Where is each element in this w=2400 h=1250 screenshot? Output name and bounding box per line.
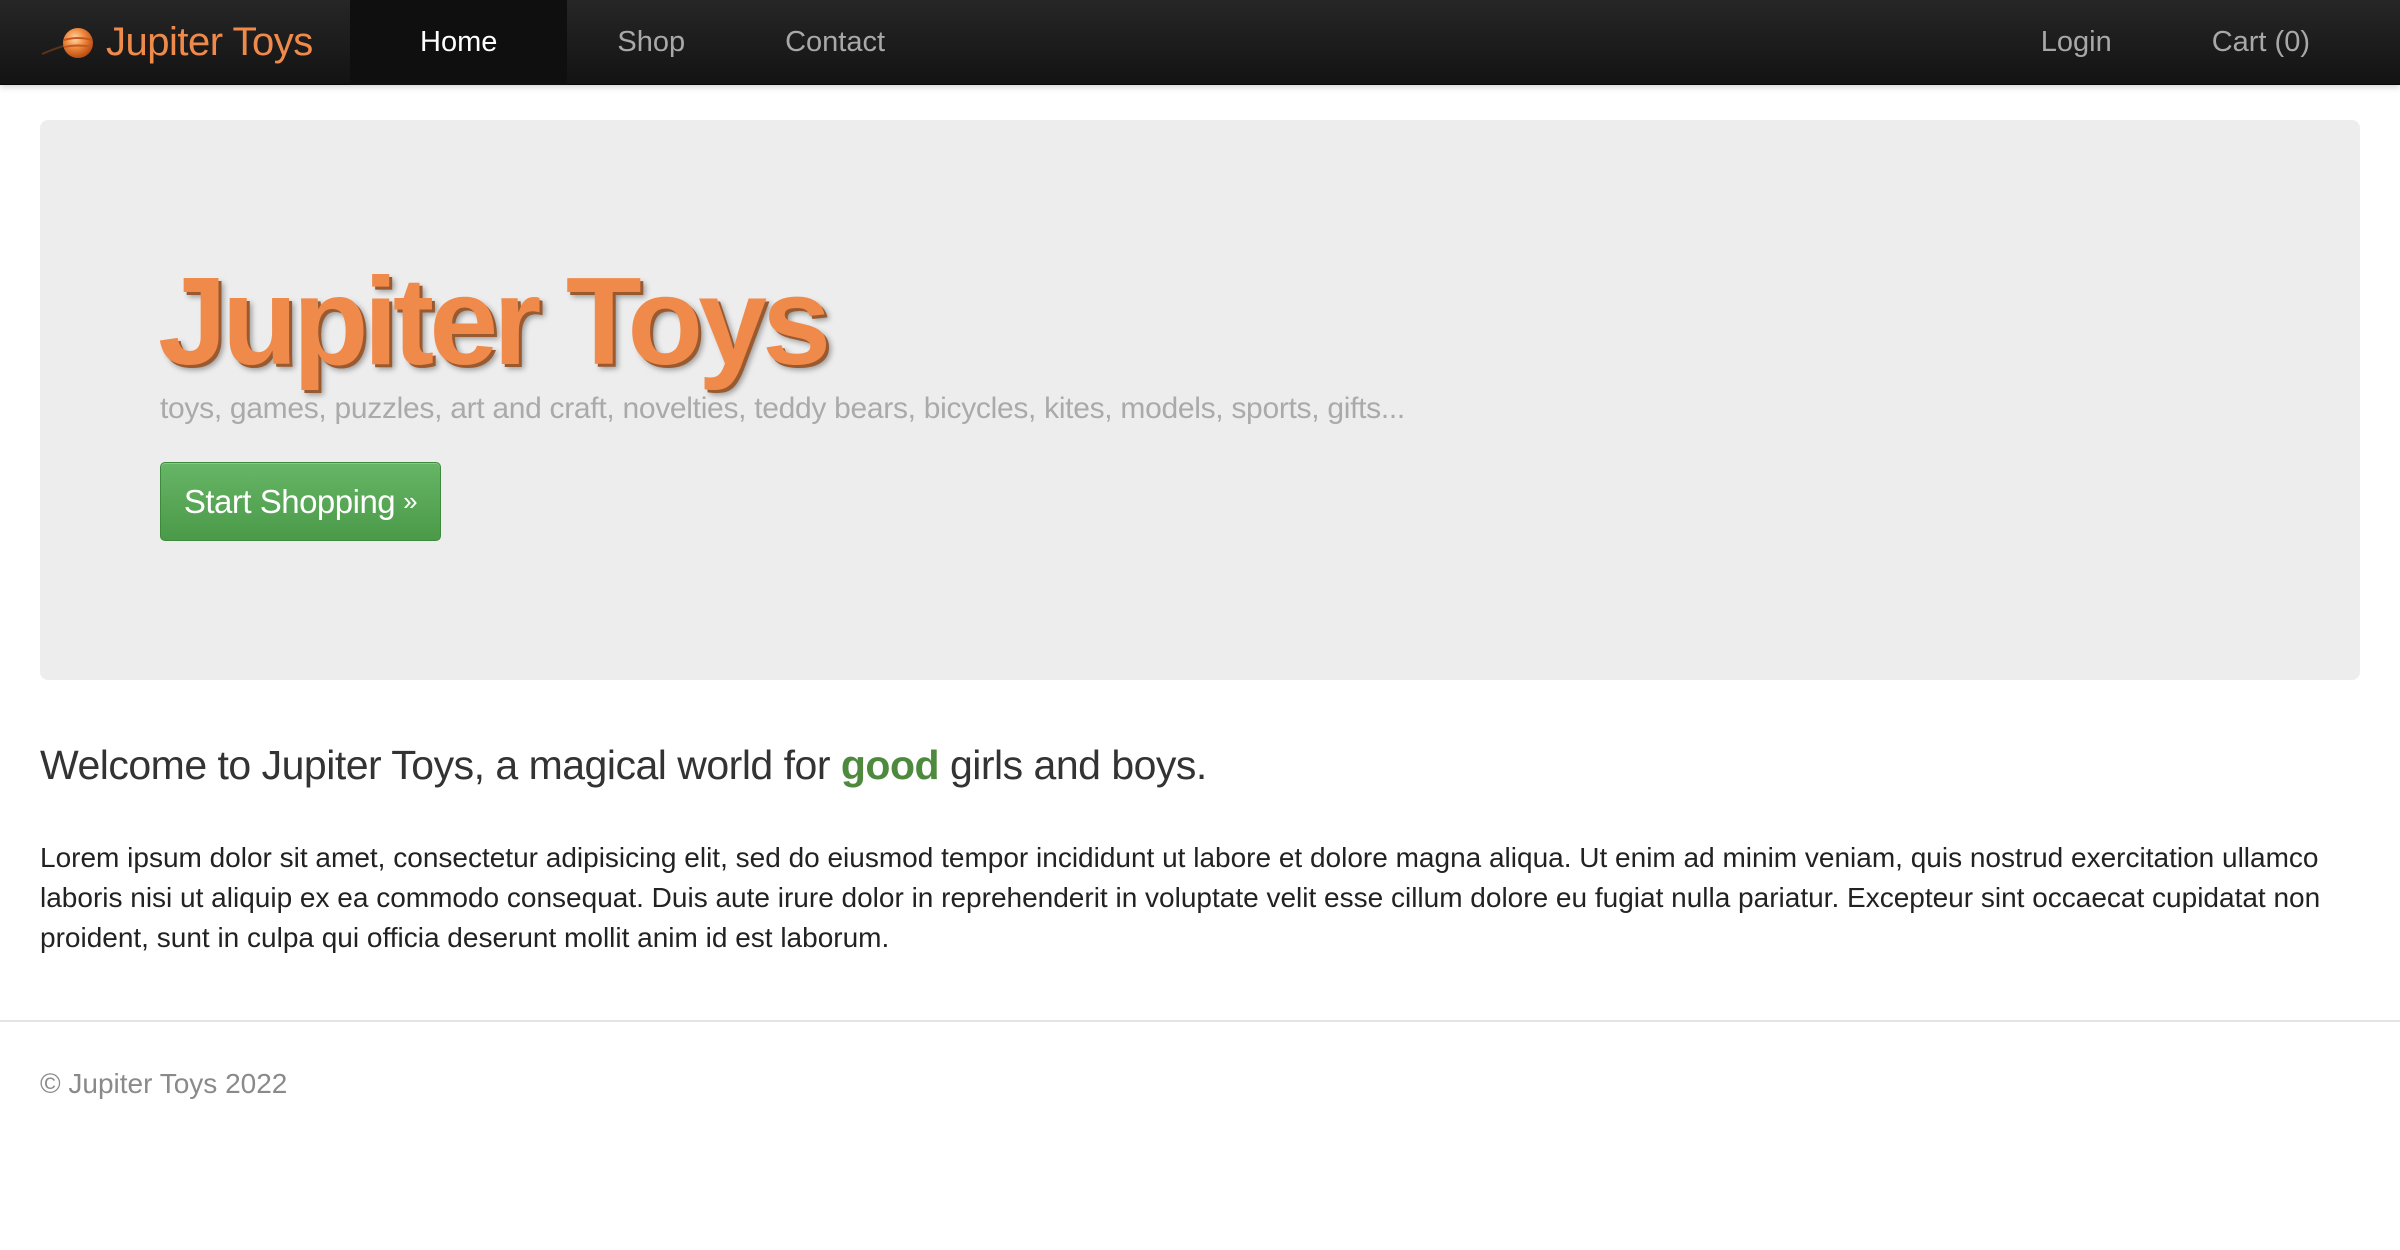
start-shopping-button[interactable]: Start Shopping »	[160, 462, 441, 541]
welcome-emphasis: good	[840, 742, 940, 788]
welcome-heading: Welcome to Jupiter Toys, a magical world…	[40, 742, 1207, 789]
hero-title: Jupiter Toys	[158, 253, 831, 391]
start-shopping-label: Start Shopping	[183, 482, 396, 520]
nav-home[interactable]: Home	[350, 0, 568, 85]
footer-divider	[0, 1020, 2400, 1022]
planet-logo-icon	[41, 27, 93, 58]
brand-name: Jupiter Toys	[106, 20, 313, 64]
nav-cart[interactable]: Cart (0)	[2162, 0, 2360, 85]
intro-paragraph: Lorem ipsum dolor sit amet, consectetur …	[40, 842, 2321, 953]
welcome-text-end: girls and boys.	[939, 742, 1207, 788]
footer-copyright: © Jupiter Toys 2022	[40, 1068, 288, 1099]
raquo-icon: »	[403, 486, 418, 516]
welcome-text-start: Welcome to Jupiter Toys, a magical world…	[40, 742, 841, 788]
brand-link[interactable]: Jupiter Toys	[40, 0, 313, 85]
hero-banner: Jupiter Toys toys, games, puzzles, art a…	[40, 120, 2360, 680]
nav-login[interactable]: Login	[1991, 0, 2162, 85]
user-nav: Login Cart (0)	[1991, 0, 2360, 85]
nav-contact[interactable]: Contact	[735, 0, 935, 85]
nav-shop[interactable]: Shop	[567, 0, 735, 85]
hero-tagline: toys, games, puzzles, art and craft, nov…	[160, 392, 1405, 425]
navbar: Jupiter Toys Home Shop Contact Login Car…	[0, 0, 2400, 85]
main-nav: Home Shop Contact	[350, 0, 935, 85]
